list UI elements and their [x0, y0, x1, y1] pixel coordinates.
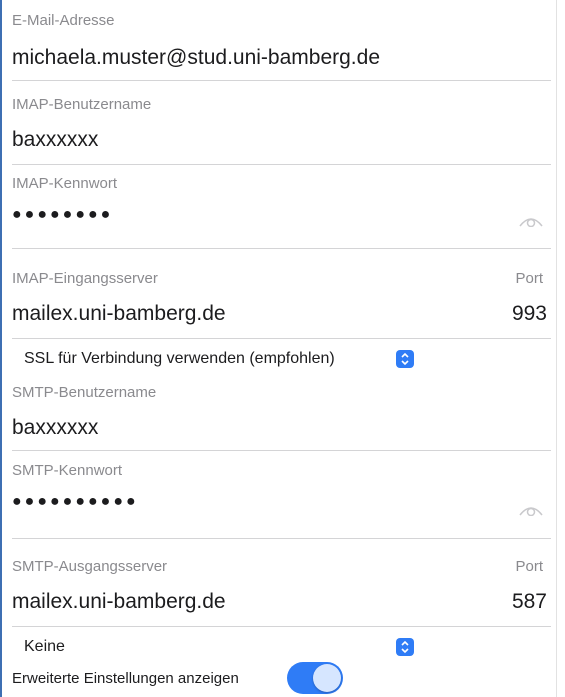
- imap-password-label: IMAP-Kennwort: [12, 175, 118, 192]
- toggle-knob: [313, 664, 341, 692]
- imap-security-select[interactable]: SSL für Verbindung verwenden (empfohlen): [24, 350, 335, 368]
- stepper-icon[interactable]: [396, 638, 414, 656]
- smtp-username-field[interactable]: baxxxxxx: [12, 416, 98, 440]
- imap-server-field[interactable]: mailex.uni-bamberg.de: [12, 302, 226, 326]
- smtp-port-label: Port: [515, 558, 543, 575]
- smtp-server-field[interactable]: mailex.uni-bamberg.de: [12, 590, 226, 614]
- stepper-icon[interactable]: [396, 350, 414, 368]
- window-edge-right: [556, 0, 557, 697]
- window-edge: [0, 0, 2, 697]
- imap-username-field[interactable]: baxxxxxx: [12, 128, 98, 152]
- smtp-server-label: SMTP-Ausgangsserver: [12, 558, 168, 575]
- smtp-password-field[interactable]: ●●●●●●●●●●: [12, 493, 139, 511]
- imap-username-label: IMAP-Benutzername: [12, 96, 152, 113]
- divider: [12, 248, 551, 249]
- divider: [12, 538, 551, 539]
- eye-icon[interactable]: [519, 213, 543, 227]
- smtp-username-label: SMTP-Benutzername: [12, 384, 157, 401]
- advanced-settings-label: Erweiterte Einstellungen anzeigen: [12, 670, 239, 687]
- imap-port-field[interactable]: 993: [512, 302, 547, 326]
- imap-port-label: Port: [515, 270, 543, 287]
- eye-icon[interactable]: [519, 502, 543, 516]
- divider: [12, 164, 551, 165]
- divider: [12, 80, 551, 81]
- divider: [12, 338, 551, 339]
- divider: [12, 626, 551, 627]
- email-label: E-Mail-Adresse: [12, 12, 115, 29]
- email-field[interactable]: michaela.muster@stud.uni-bamberg.de: [12, 46, 380, 70]
- imap-server-label: IMAP-Eingangsserver: [12, 270, 158, 287]
- smtp-port-field[interactable]: 587: [512, 590, 547, 614]
- smtp-password-label: SMTP-Kennwort: [12, 462, 123, 479]
- advanced-settings-toggle[interactable]: [287, 662, 343, 694]
- divider: [12, 450, 551, 451]
- smtp-security-select[interactable]: Keine: [24, 638, 65, 656]
- imap-password-field[interactable]: ●●●●●●●●: [12, 206, 113, 224]
